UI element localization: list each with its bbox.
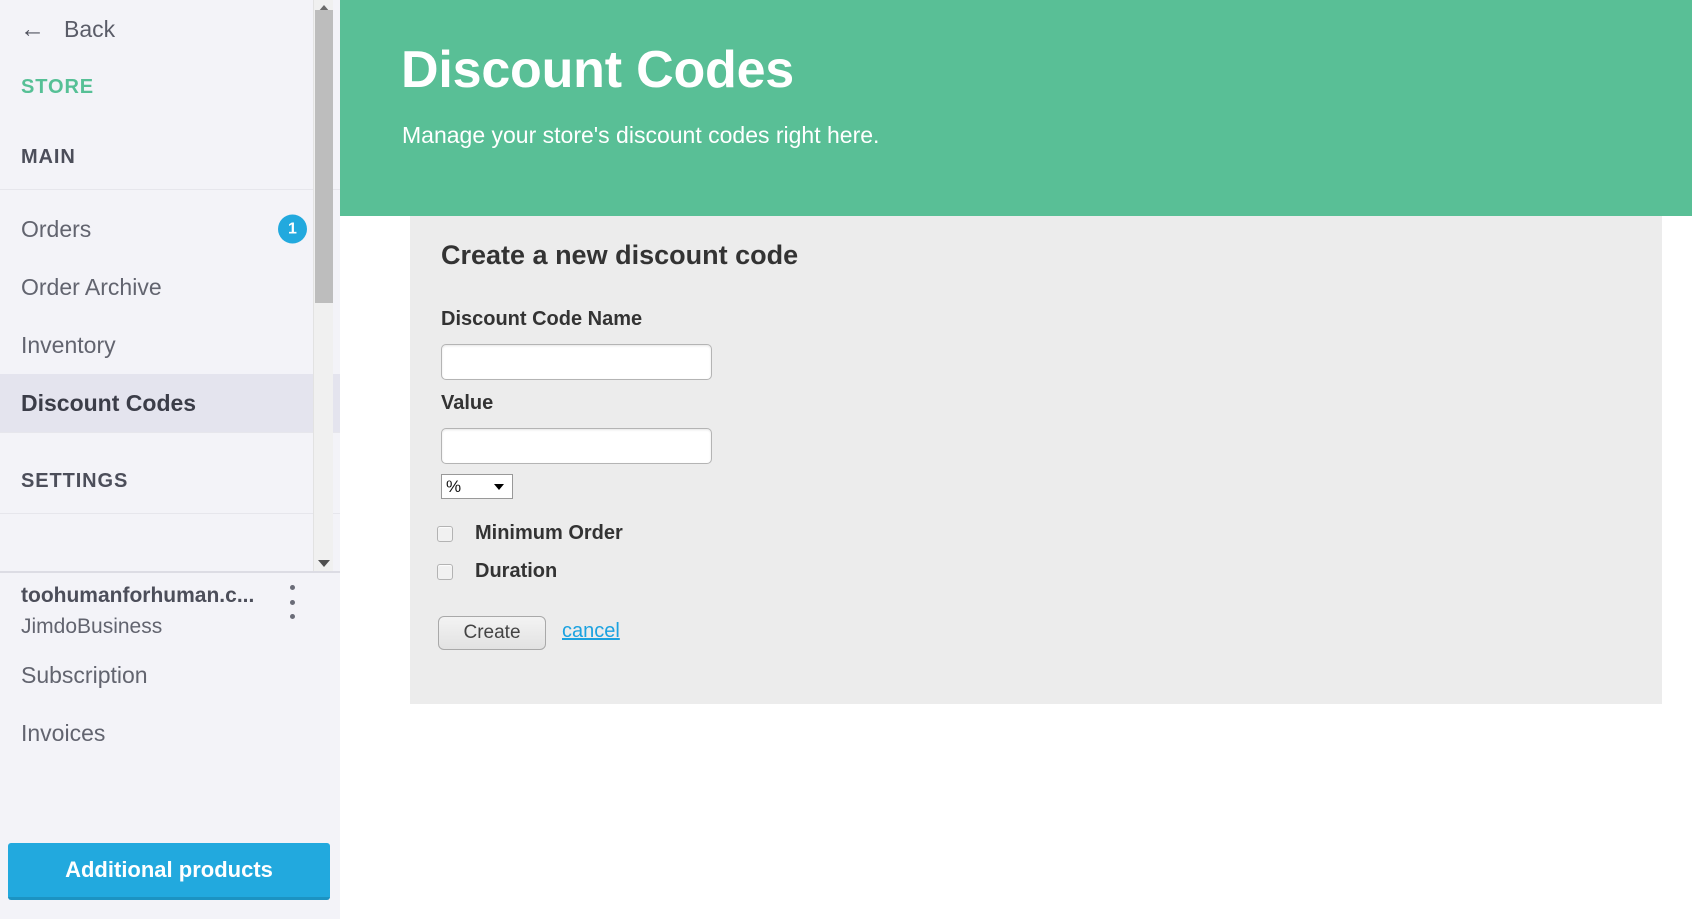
sidebar-item-label: Orders <box>21 215 92 242</box>
cancel-link[interactable]: cancel <box>562 620 620 643</box>
duration-checkbox[interactable] <box>437 563 453 580</box>
sidebar-item-invoices[interactable]: Invoices <box>21 720 105 747</box>
triangle-down-icon <box>317 559 330 567</box>
value-label: Value <box>441 392 494 414</box>
section-heading-main: MAIN <box>21 146 76 168</box>
account-name: toohumanforhuman.c... <box>21 584 255 607</box>
status-badge: 1 <box>278 214 307 244</box>
sidebar-item-subscription[interactable]: Subscription <box>21 662 148 689</box>
sidebar: ← Back STORE MAIN Orders 1 Order Archive… <box>0 0 340 919</box>
panel-title: Create a new discount code <box>441 240 799 270</box>
value-input[interactable] <box>441 428 712 464</box>
sidebar-item-label: Discount Codes <box>21 389 197 416</box>
unit-select[interactable]: % <box>441 474 513 499</box>
create-button[interactable]: Create <box>438 616 546 650</box>
sidebar-item-label: Order Archive <box>21 273 162 300</box>
sidebar-item-orders[interactable]: Orders 1 <box>0 200 340 258</box>
account-block: toohumanforhuman.c... JimdoBusiness <box>0 573 340 653</box>
main-content: Discount Codes Manage your store's disco… <box>340 0 1692 919</box>
sidebar-item-discount-codes[interactable]: Discount Codes <box>0 374 340 432</box>
discount-code-name-input[interactable] <box>441 344 712 380</box>
back-button[interactable]: ← Back <box>0 0 340 58</box>
app-root: ← Back STORE MAIN Orders 1 Order Archive… <box>0 0 1692 919</box>
page-subtitle: Manage your store's discount codes right… <box>402 122 880 148</box>
divider <box>0 513 340 514</box>
kebab-dot <box>289 614 295 619</box>
sidebar-item-label: Inventory <box>21 331 116 358</box>
sidebar-item-order-archive[interactable]: Order Archive <box>0 258 340 316</box>
minimum-order-checkbox-row[interactable]: Minimum Order <box>437 522 623 545</box>
divider <box>0 189 340 190</box>
page-header: Discount Codes Manage your store's disco… <box>340 0 1692 216</box>
duration-checkbox-row[interactable]: Duration <box>437 560 557 583</box>
account-plan: JimdoBusiness <box>21 615 163 638</box>
arrow-left-icon: ← <box>20 14 45 43</box>
divider <box>0 432 340 433</box>
scroll-down-button[interactable] <box>314 555 333 571</box>
sidebar-item-inventory[interactable]: Inventory <box>0 316 340 374</box>
section-heading-settings: SETTINGS <box>21 470 129 492</box>
additional-products-button[interactable]: Additional products <box>8 843 330 900</box>
section-heading-store: STORE <box>21 76 95 98</box>
kebab-menu-icon[interactable] <box>289 585 295 619</box>
create-discount-panel: Create a new discount code Discount Code… <box>410 216 1662 704</box>
kebab-dot <box>289 585 295 590</box>
kebab-dot <box>289 599 295 605</box>
sidebar-scroll-region: ← Back STORE MAIN Orders 1 Order Archive… <box>0 0 340 571</box>
discount-code-name-label: Discount Code Name <box>441 308 643 330</box>
page-title: Discount Codes <box>401 41 795 99</box>
back-label: Back <box>64 15 116 42</box>
duration-label: Duration <box>475 560 558 582</box>
minimum-order-checkbox[interactable] <box>437 525 453 542</box>
sidebar-scrollbar[interactable] <box>313 0 333 571</box>
scrollbar-thumb[interactable] <box>315 10 333 303</box>
minimum-order-label: Minimum Order <box>475 522 623 544</box>
